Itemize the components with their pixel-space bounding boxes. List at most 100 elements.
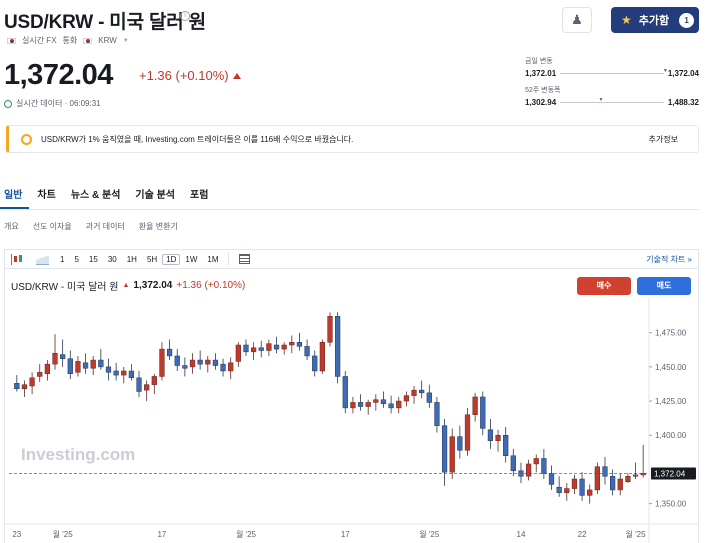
sub-tabs: 개요 선도 이자율 과거 데이터 환율 변환기 [4,221,178,232]
candle-body [281,344,287,350]
candle-body [151,376,157,385]
x-tick-label: 월 '25 [236,529,257,539]
candle-body [197,359,203,365]
candle-body [602,466,608,477]
year-range: 52주 변동폭 1,302.94 ▼ 1,488.32 [525,85,699,107]
table-view-icon[interactable] [238,254,250,264]
currency-label[interactable]: KRW [98,36,117,45]
divider [227,253,229,265]
candle-body [174,355,180,366]
candle-body [525,463,532,477]
candle-body [144,384,150,391]
tab-chart[interactable]: 차트 [33,184,62,209]
subtab-overview[interactable]: 개요 [4,221,19,232]
subtab-historical-data[interactable]: 과거 데이터 [86,221,125,232]
arrow-up-icon: ▲ [122,282,130,289]
main-tabs: 일반 차트 뉴스 & 분석 기술 분석 포럼 [0,184,699,210]
candle-body [640,473,646,476]
candle-body [113,370,119,376]
chart-change: +1.36 (+0.10%) [176,280,246,291]
chevron-down-icon[interactable]: ▼ [123,38,129,44]
arrow-up-icon [232,73,241,79]
candle-body [105,366,112,373]
candle-body [29,377,35,387]
target-icon [21,133,32,145]
timeframe-1w[interactable]: 1W [180,255,202,264]
candle-body [21,384,28,390]
tab-technical[interactable]: 기술 분석 [131,184,182,209]
timeframe-1[interactable]: 1 [55,255,69,264]
timeframe-5h[interactable]: 5H [142,255,162,264]
x-tick-label: 월 '25 [419,529,440,539]
candle-body [37,372,43,377]
korea-flag-icon [7,37,16,44]
candle-body [289,342,295,346]
subtab-converter[interactable]: 환율 변환기 [139,221,178,232]
price-chart[interactable]: Investing.com 1,475.00 1,450.00 1,425.00 1,4… [5,298,698,543]
subtab-forward-rates[interactable]: 선도 이자율 [33,221,72,232]
banner-text: USD/KRW가 1% 움직였을 때, Investing.com 트레이더들은… [41,134,354,144]
buy-button[interactable]: 매수 [577,277,631,295]
timeframe-1h[interactable]: 1H [122,255,142,264]
candle-body [457,436,463,451]
candle-body [136,377,142,392]
candle-body [296,342,303,347]
candle-body [44,363,50,374]
candle-body [128,370,135,379]
year-low: 1,302.94 [525,98,557,107]
area-chart-icon[interactable] [36,253,49,265]
timeframe-1d[interactable]: 1D [162,253,181,265]
chart-panel: 1 5 15 30 1H 5H 1D 1W 1M 기술적 차트 » USD/KR… [4,249,699,543]
candle-body [90,359,96,369]
candle-body [335,316,341,377]
candle-body [189,359,196,368]
candle-body [617,478,623,491]
create-alert-button[interactable]: ♟ [562,7,592,33]
year-range-label: 52주 변동폭 [525,87,561,94]
realtime-status: 실시간 데이터 · 06:09:31 [4,98,101,109]
add-to-watchlist-button[interactable]: ★ 추가함 1 [611,7,699,33]
candle-body [82,362,89,369]
tab-news[interactable]: 뉴스 & 분석 [67,184,128,209]
tab-forum[interactable]: 포럼 [186,184,215,209]
candle-body [625,476,631,482]
investing-watermark: Investing.com [21,445,135,464]
y-tick-label: 1,450.00 [655,363,687,372]
candle-body [510,455,516,472]
candle-body [304,346,310,357]
candle-body [342,376,348,409]
technical-chart-link[interactable]: 기술적 차트 » [646,254,692,265]
day-range: 금일 변동 1,372.01 ▼ 1,372.04 [525,56,699,78]
candle-body [75,361,81,373]
candlestick-icon[interactable] [11,253,24,265]
timeframe-1m[interactable]: 1M [202,255,223,264]
y-tick-label: 1,425.00 [655,397,687,406]
info-icon[interactable]: i [180,11,190,21]
candle-body [441,425,448,473]
candle-body [396,400,402,409]
candle-body [365,402,371,407]
more-info-link[interactable]: 추가정보 [649,134,678,145]
bell-plus-icon: ♟ [571,12,583,27]
candle-body [472,396,478,415]
add-button-label: 추가함 [638,15,670,27]
candle-body [266,343,272,351]
year-range-marker: ▼ [598,97,604,103]
timeframe-30[interactable]: 30 [103,255,122,264]
tab-overview[interactable]: 일반 [0,184,30,209]
candle-body [480,396,486,429]
promo-banner[interactable]: USD/KRW가 1% 움직였을 때, Investing.com 트레이더들은… [6,125,699,153]
star-icon: ★ [621,13,632,27]
timeframe-5[interactable]: 5 [69,255,83,264]
candle-body [564,488,570,493]
candle-body [556,486,562,493]
page-title: USD/KRW - 미국 달러 원 [4,12,206,33]
last-price-label: 1,372.04 [654,469,686,478]
chart-header: USD/KRW - 미국 달러 원 ▲ 1,372.04 +1.36 (+0.1… [11,278,245,293]
x-tick-label: 17 [157,530,166,539]
candle-body [121,370,127,376]
type-label: 통화 [62,36,78,45]
sell-button[interactable]: 매도 [637,277,691,295]
timeframe-15[interactable]: 15 [84,255,103,264]
watchlist-count-badge: 1 [679,12,695,28]
